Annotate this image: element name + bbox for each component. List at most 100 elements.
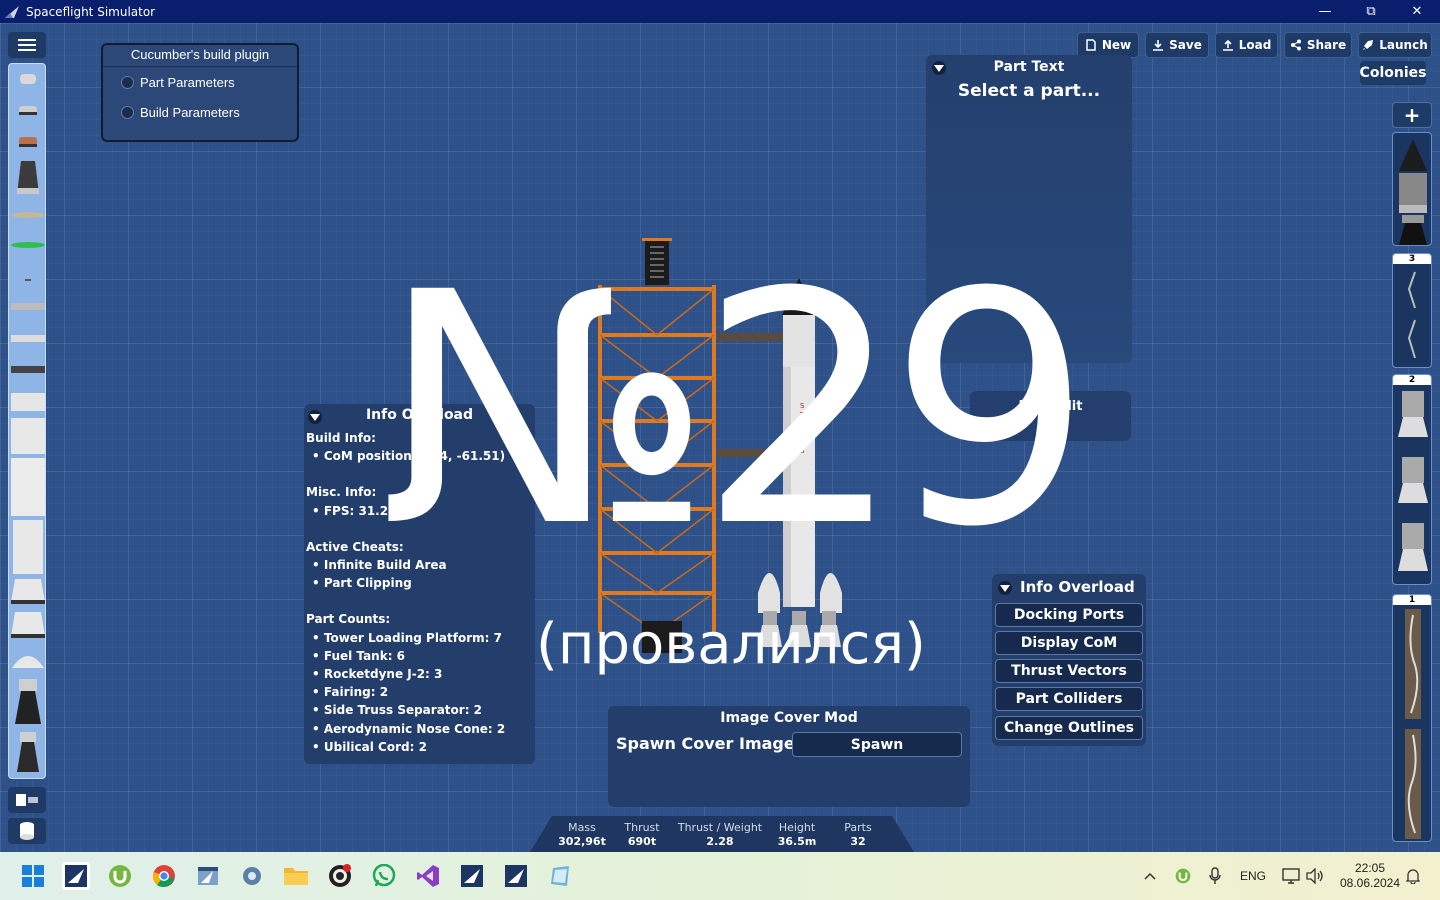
close-button[interactable]: ✕ (1394, 0, 1440, 23)
stat-label: Mass (568, 821, 596, 834)
thrust-vectors-button[interactable]: Thrust Vectors (995, 659, 1143, 683)
part-parameters-option[interactable]: Part Parameters (121, 67, 297, 97)
part-count-item: Fuel Tank: 6 (306, 647, 535, 665)
show-hidden-icons-button[interactable] (1140, 852, 1160, 900)
taskbar-settings[interactable] (238, 862, 266, 890)
taskbar-obs[interactable] (326, 862, 354, 890)
spawn-cover-label: Spawn Cover Image (616, 734, 795, 753)
stage-1[interactable]: 1 (1392, 594, 1432, 842)
part-text-title: Part Text (993, 59, 1065, 75)
language-indicator[interactable]: ENG (1236, 852, 1270, 900)
plugin-title: Cucumber's build plugin (103, 47, 297, 67)
part-count-item: Fairing: 2 (306, 683, 535, 701)
tray-utorrent[interactable] (1172, 852, 1194, 900)
collapse-triangle-icon (934, 65, 944, 72)
window-title: Spaceflight Simulator (26, 4, 156, 19)
launch-button[interactable]: Launch (1358, 32, 1432, 58)
capsule-part-icon (20, 74, 36, 84)
docking-ports-button[interactable]: Docking Ports (995, 603, 1143, 627)
build-stats-bar: Mass 302,96t Thrust 690t Thrust / Weight… (530, 816, 914, 852)
taskbar-sfs-app-3[interactable] (502, 862, 530, 890)
episode-status-overlay: (провалился) (536, 612, 926, 677)
stat-value: 32 (850, 835, 866, 848)
stat-value: 302,96t (558, 835, 606, 848)
fairing-part-icon (12, 656, 44, 668)
stat-thrust: Thrust 690t (622, 821, 662, 848)
download-icon (1153, 40, 1164, 51)
stage-number: 3 (1393, 254, 1431, 264)
display-com-button[interactable]: Display CoM (995, 631, 1143, 655)
taskbar-utorrent[interactable] (106, 862, 134, 890)
colonies-button[interactable]: Colonies (1360, 61, 1426, 85)
chevron-up-icon (1144, 872, 1156, 880)
taskbar-notes[interactable] (546, 862, 574, 890)
save-button[interactable]: Save (1145, 32, 1209, 58)
stat-label: Parts (844, 821, 872, 834)
stat-value: 36.5m (777, 835, 817, 848)
part-count-item: Side Truss Separator: 2 (306, 701, 535, 719)
window-app-icon (198, 867, 218, 885)
part-count-item: Aerodynamic Nose Cone: 2 (306, 720, 535, 738)
add-stage-button[interactable]: + (1392, 102, 1432, 128)
separator-part-icon (11, 303, 45, 310)
stat-value: 690t (627, 835, 657, 848)
share-button[interactable]: Share (1284, 32, 1352, 58)
folder-icon (284, 868, 308, 885)
clock[interactable]: 22:05 08.06.2024 (1334, 852, 1406, 900)
part-count-item: Ubilical Cord: 2 (306, 738, 535, 756)
new-label: New (1101, 38, 1132, 52)
stage-2[interactable]: 2 (1392, 374, 1432, 585)
app-logo-icon (5, 5, 19, 18)
notifications-button[interactable] (1402, 852, 1424, 900)
bell-icon (1406, 869, 1420, 884)
engine-stage-icons (1398, 391, 1428, 571)
symmetry-icon (16, 794, 38, 806)
obs-icon (329, 864, 351, 887)
build-canvas[interactable]: Cucumber's build plugin Part Parameters … (0, 23, 1440, 852)
whatsapp-icon (372, 864, 396, 887)
parts-palette[interactable] (8, 63, 46, 779)
gear-icon (243, 867, 261, 885)
stage-top[interactable] (1392, 132, 1432, 246)
taskbar-visual-studio[interactable] (414, 862, 442, 890)
taskbar-sfs-app[interactable] (62, 862, 90, 890)
tray-volume[interactable] (1304, 852, 1326, 900)
load-button[interactable]: Load (1215, 32, 1278, 58)
start-button[interactable] (19, 862, 47, 890)
episode-number-overlay: №29 (380, 225, 1092, 597)
menu-button[interactable] (8, 32, 46, 58)
change-outlines-button[interactable]: Change Outlines (995, 716, 1143, 740)
launch-label: Launch (1379, 38, 1428, 52)
option-label: Part Parameters (140, 74, 235, 90)
stage-3[interactable]: 3 (1392, 253, 1432, 368)
taskbar-app-3[interactable] (194, 862, 222, 890)
heat-shield-part-icon (11, 212, 45, 218)
collapse-toggle[interactable] (932, 61, 946, 75)
tray-network[interactable] (1280, 852, 1302, 900)
stat-mass: Mass 302,96t (558, 821, 606, 848)
taskbar-file-explorer[interactable] (282, 862, 310, 890)
taskbar-sfs-app-2[interactable] (458, 862, 486, 890)
stat-label: Height (778, 821, 816, 834)
taskbar-chrome[interactable] (150, 862, 178, 890)
utorrent-icon (109, 865, 131, 887)
build-parameters-option[interactable]: Build Parameters (121, 97, 297, 127)
tray-microphone[interactable] (1205, 852, 1225, 900)
clock-time: 22:05 (1354, 861, 1386, 875)
minimize-button[interactable]: — (1302, 0, 1348, 23)
radio-icon (121, 105, 134, 119)
taskbar-whatsapp[interactable] (370, 862, 398, 890)
new-file-icon (1086, 39, 1096, 51)
spawn-button[interactable]: Spawn (792, 732, 962, 757)
clock-date: 08.06.2024 (1339, 876, 1401, 890)
stage-parts-icons (1399, 139, 1427, 245)
maximize-button[interactable]: ⧉ (1348, 0, 1394, 23)
symmetry-toggle-button[interactable] (8, 787, 46, 813)
parachute-part-icon (11, 242, 45, 248)
part-colliders-button[interactable]: Part Colliders (995, 687, 1143, 711)
collapse-toggle[interactable] (308, 410, 322, 424)
fuel-tank-small-icon (11, 393, 45, 411)
part-category-button[interactable] (8, 818, 46, 844)
sfs-app-icon (65, 865, 87, 887)
collapse-triangle-icon (310, 414, 320, 421)
